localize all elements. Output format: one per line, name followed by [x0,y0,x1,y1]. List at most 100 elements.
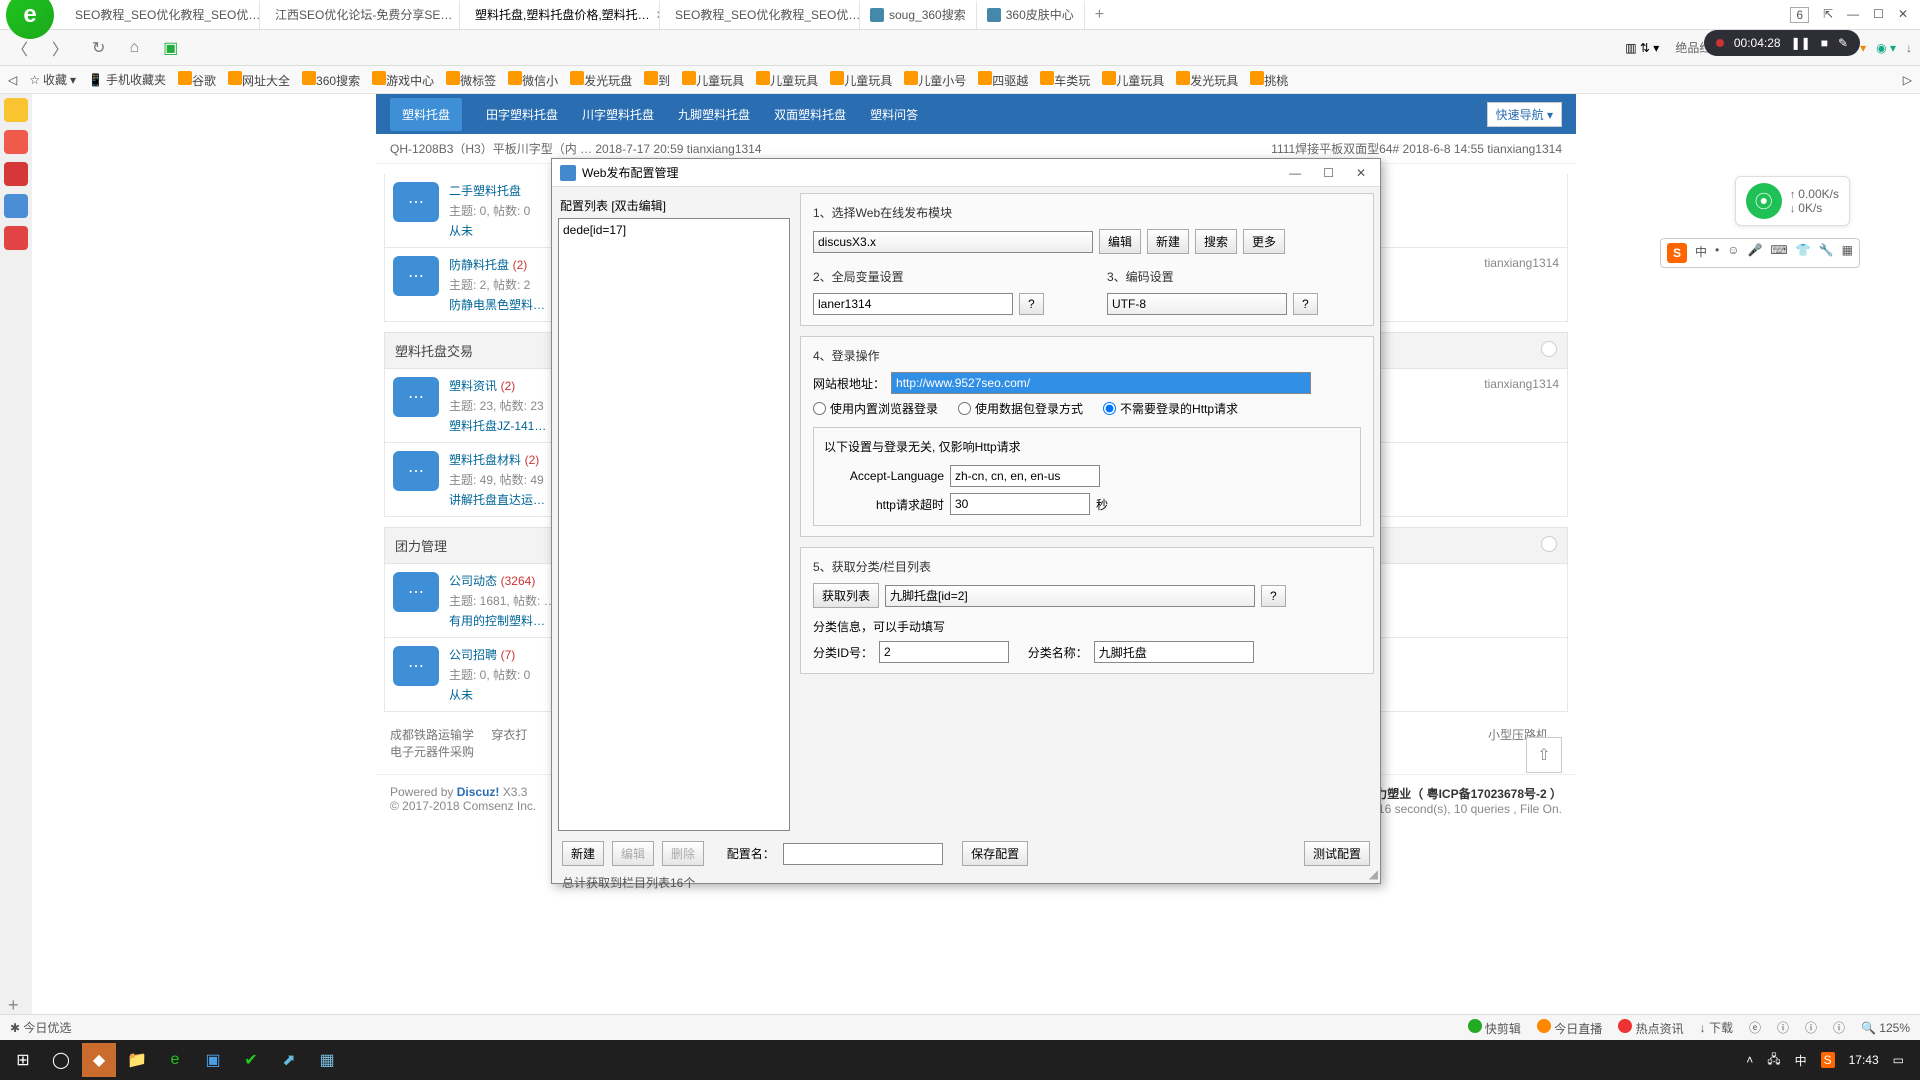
sidebar-add-icon[interactable]: + [8,995,19,1016]
bookmark-item[interactable]: 发光玩具 [1176,71,1238,89]
bookmark-item[interactable]: 儿童玩具 [830,71,892,89]
root-url-input[interactable] [891,372,1311,394]
bookmark-item[interactable]: 微信小 [508,71,558,89]
nav-item[interactable]: 田字塑料托盘 [486,106,558,123]
bm-chevron-right-icon[interactable]: ▷ [1903,73,1912,87]
dropdown-icon[interactable]: ▥ ⇅ ▾ [1625,41,1659,55]
radio-browser-login[interactable]: 使用内置浏览器登录 [813,400,938,417]
window-minimize-icon[interactable]: — [1847,7,1859,23]
bookmark-item[interactable]: 儿童小号 [904,71,966,89]
taskbar-app[interactable]: ▣ [196,1043,230,1077]
ime-toolbar[interactable]: S 中 • ☺ 🎤 ⌨ 👕 🔧 ▦ [1660,238,1860,268]
sb-icon[interactable]: ⓘ [1777,1019,1789,1036]
get-list-button[interactable]: 获取列表 [813,583,879,608]
browser-tab[interactable]: 塑料托盘,塑料托盘价格,塑料托…✕ [460,1,660,29]
ime-punct-icon[interactable]: • [1715,243,1719,263]
dialog-maximize-icon[interactable]: ☐ [1323,166,1334,180]
encoding-help-icon[interactable]: ? [1293,293,1318,315]
nav-item[interactable]: 九脚塑料托盘 [678,106,750,123]
browser-tab[interactable]: SEO教程_SEO优化教程_SEO优… [660,1,860,29]
radio-packet-login[interactable]: 使用数据包登录方式 [958,400,1083,417]
cat-name-input[interactable] [1094,641,1254,663]
taskbar-app[interactable]: e [158,1043,192,1077]
cortana-icon[interactable]: ◯ [44,1043,78,1077]
board-title[interactable]: 公司动态 [449,574,497,588]
bookmark-item[interactable]: 儿童玩具 [756,71,818,89]
tray-network-icon[interactable]: 🖧 [1767,1050,1780,1071]
radio-no-login[interactable]: 不需要登录的Http请求 [1103,400,1238,417]
bm-fav-icon[interactable]: ☆ 收藏 ▾ [29,71,76,88]
bookmark-item[interactable]: 到 [644,71,670,89]
tray-chevron-up-icon[interactable]: ˄ [1746,1053,1753,1067]
record-stop-icon[interactable]: ■ [1821,36,1828,50]
resize-grip-icon[interactable]: ◢ [1369,867,1378,881]
bookmark-item[interactable]: 游戏中心 [372,71,434,89]
ime-grid-icon[interactable]: ▦ [1842,243,1853,263]
cfg-new-button[interactable]: 新建 [562,841,604,866]
sb-hotnews[interactable]: 热点资讯 [1618,1019,1683,1037]
config-list-item[interactable]: dede[id=17] [563,223,785,237]
sogou-icon[interactable]: S [1667,243,1687,263]
foot-link[interactable]: 穿衣打 [491,728,527,742]
timeout-input[interactable] [950,493,1090,515]
start-button[interactable]: ⊞ [6,1043,40,1077]
window-close-icon[interactable]: ✕ [1898,7,1908,23]
tray-notifications-icon[interactable]: ▭ [1893,1053,1904,1067]
screen-recorder-widget[interactable]: 00:04:28 ❚❚ ■ ✎ [1704,30,1860,56]
foot-link[interactable]: 成都铁路运输学 [390,728,474,742]
global-var-input[interactable] [813,293,1013,315]
category-select[interactable]: 九脚托盘[id=2] [885,585,1255,607]
scroll-top-button[interactable]: ⇧ [1526,737,1562,773]
sb-icon[interactable]: ⓔ [1749,1019,1761,1036]
browser-tab[interactable]: soug_360搜索 [860,1,977,29]
module-select[interactable]: discusX3.x [813,231,1093,253]
taskbar-app[interactable]: ✔ [234,1043,268,1077]
gear-icon[interactable]: ◉ ▾ [1876,41,1896,55]
board-title[interactable]: 塑料资讯 [449,379,497,393]
nav-forward-icon[interactable]: 〉 [48,34,72,62]
sb-icon[interactable]: ⓘ [1805,1019,1817,1036]
taskbar-app[interactable]: ⬈ [272,1043,306,1077]
dock-app-icon[interactable] [4,162,28,186]
module-edit-button[interactable]: 编辑 [1099,229,1141,254]
accept-lang-input[interactable] [950,465,1100,487]
sb-quickedit[interactable]: 快剪辑 [1468,1019,1521,1037]
board-last-link[interactable]: 塑料托盘JZ-141… [449,417,546,434]
sb-download[interactable]: ↓ 下载 [1700,1019,1733,1036]
ime-emoji-icon[interactable]: ☺ [1727,243,1739,263]
browser-tab[interactable]: 360皮肤中心 [977,1,1085,29]
board-title[interactable]: 公司招聘 [449,648,497,662]
board-last-link[interactable]: 防静电黑色塑料… [449,296,545,313]
board-last-link[interactable]: 讲解托盘直达运… [449,491,545,508]
dialog-minimize-icon[interactable]: — [1289,166,1301,180]
config-list[interactable]: dede[id=17] [558,218,790,831]
nav-item[interactable]: 塑料问答 [870,106,918,123]
bookmark-item[interactable]: 谷歌 [178,71,216,89]
board-last-link[interactable]: 从未 [449,686,473,703]
taskbar-app[interactable]: 📁 [120,1043,154,1077]
browser-tab[interactable]: SEO教程_SEO优化教程_SEO优… [60,1,260,29]
pin-icon[interactable]: ⇱ [1823,7,1833,23]
dialog-titlebar[interactable]: Web发布配置管理 — ☐ ✕ [552,159,1380,187]
record-edit-icon[interactable]: ✎ [1838,36,1848,50]
dock-app-icon[interactable] [4,98,28,122]
bookmark-item[interactable]: 360搜索 [302,71,360,89]
foot-link[interactable]: 电子元器件采购 [390,745,474,759]
taskbar-app[interactable]: ▦ [310,1043,344,1077]
bm-chevron-left-icon[interactable]: ◁ [8,73,17,87]
discuz-link[interactable]: Discuz! [457,785,500,799]
bookmark-item[interactable]: 发光玩盘 [570,71,632,89]
today-select[interactable]: ✱ 今日优选 [10,1019,71,1036]
collapse-icon[interactable] [1541,341,1557,357]
sb-live[interactable]: 今日直播 [1537,1019,1602,1037]
dialog-close-icon[interactable]: ✕ [1356,166,1366,180]
bookmark-item[interactable]: 挑桃 [1250,71,1288,89]
module-new-button[interactable]: 新建 [1147,229,1189,254]
nav-item[interactable]: 川字塑料托盘 [582,106,654,123]
bookmark-item[interactable]: 微标签 [446,71,496,89]
cfg-test-button[interactable]: 测试配置 [1304,841,1370,866]
tray-ime-icon[interactable]: 中 [1795,1052,1807,1069]
download-icon[interactable]: ↓ [1906,41,1912,55]
ime-mic-icon[interactable]: 🎤 [1747,243,1762,263]
dock-app-icon[interactable] [4,194,28,218]
